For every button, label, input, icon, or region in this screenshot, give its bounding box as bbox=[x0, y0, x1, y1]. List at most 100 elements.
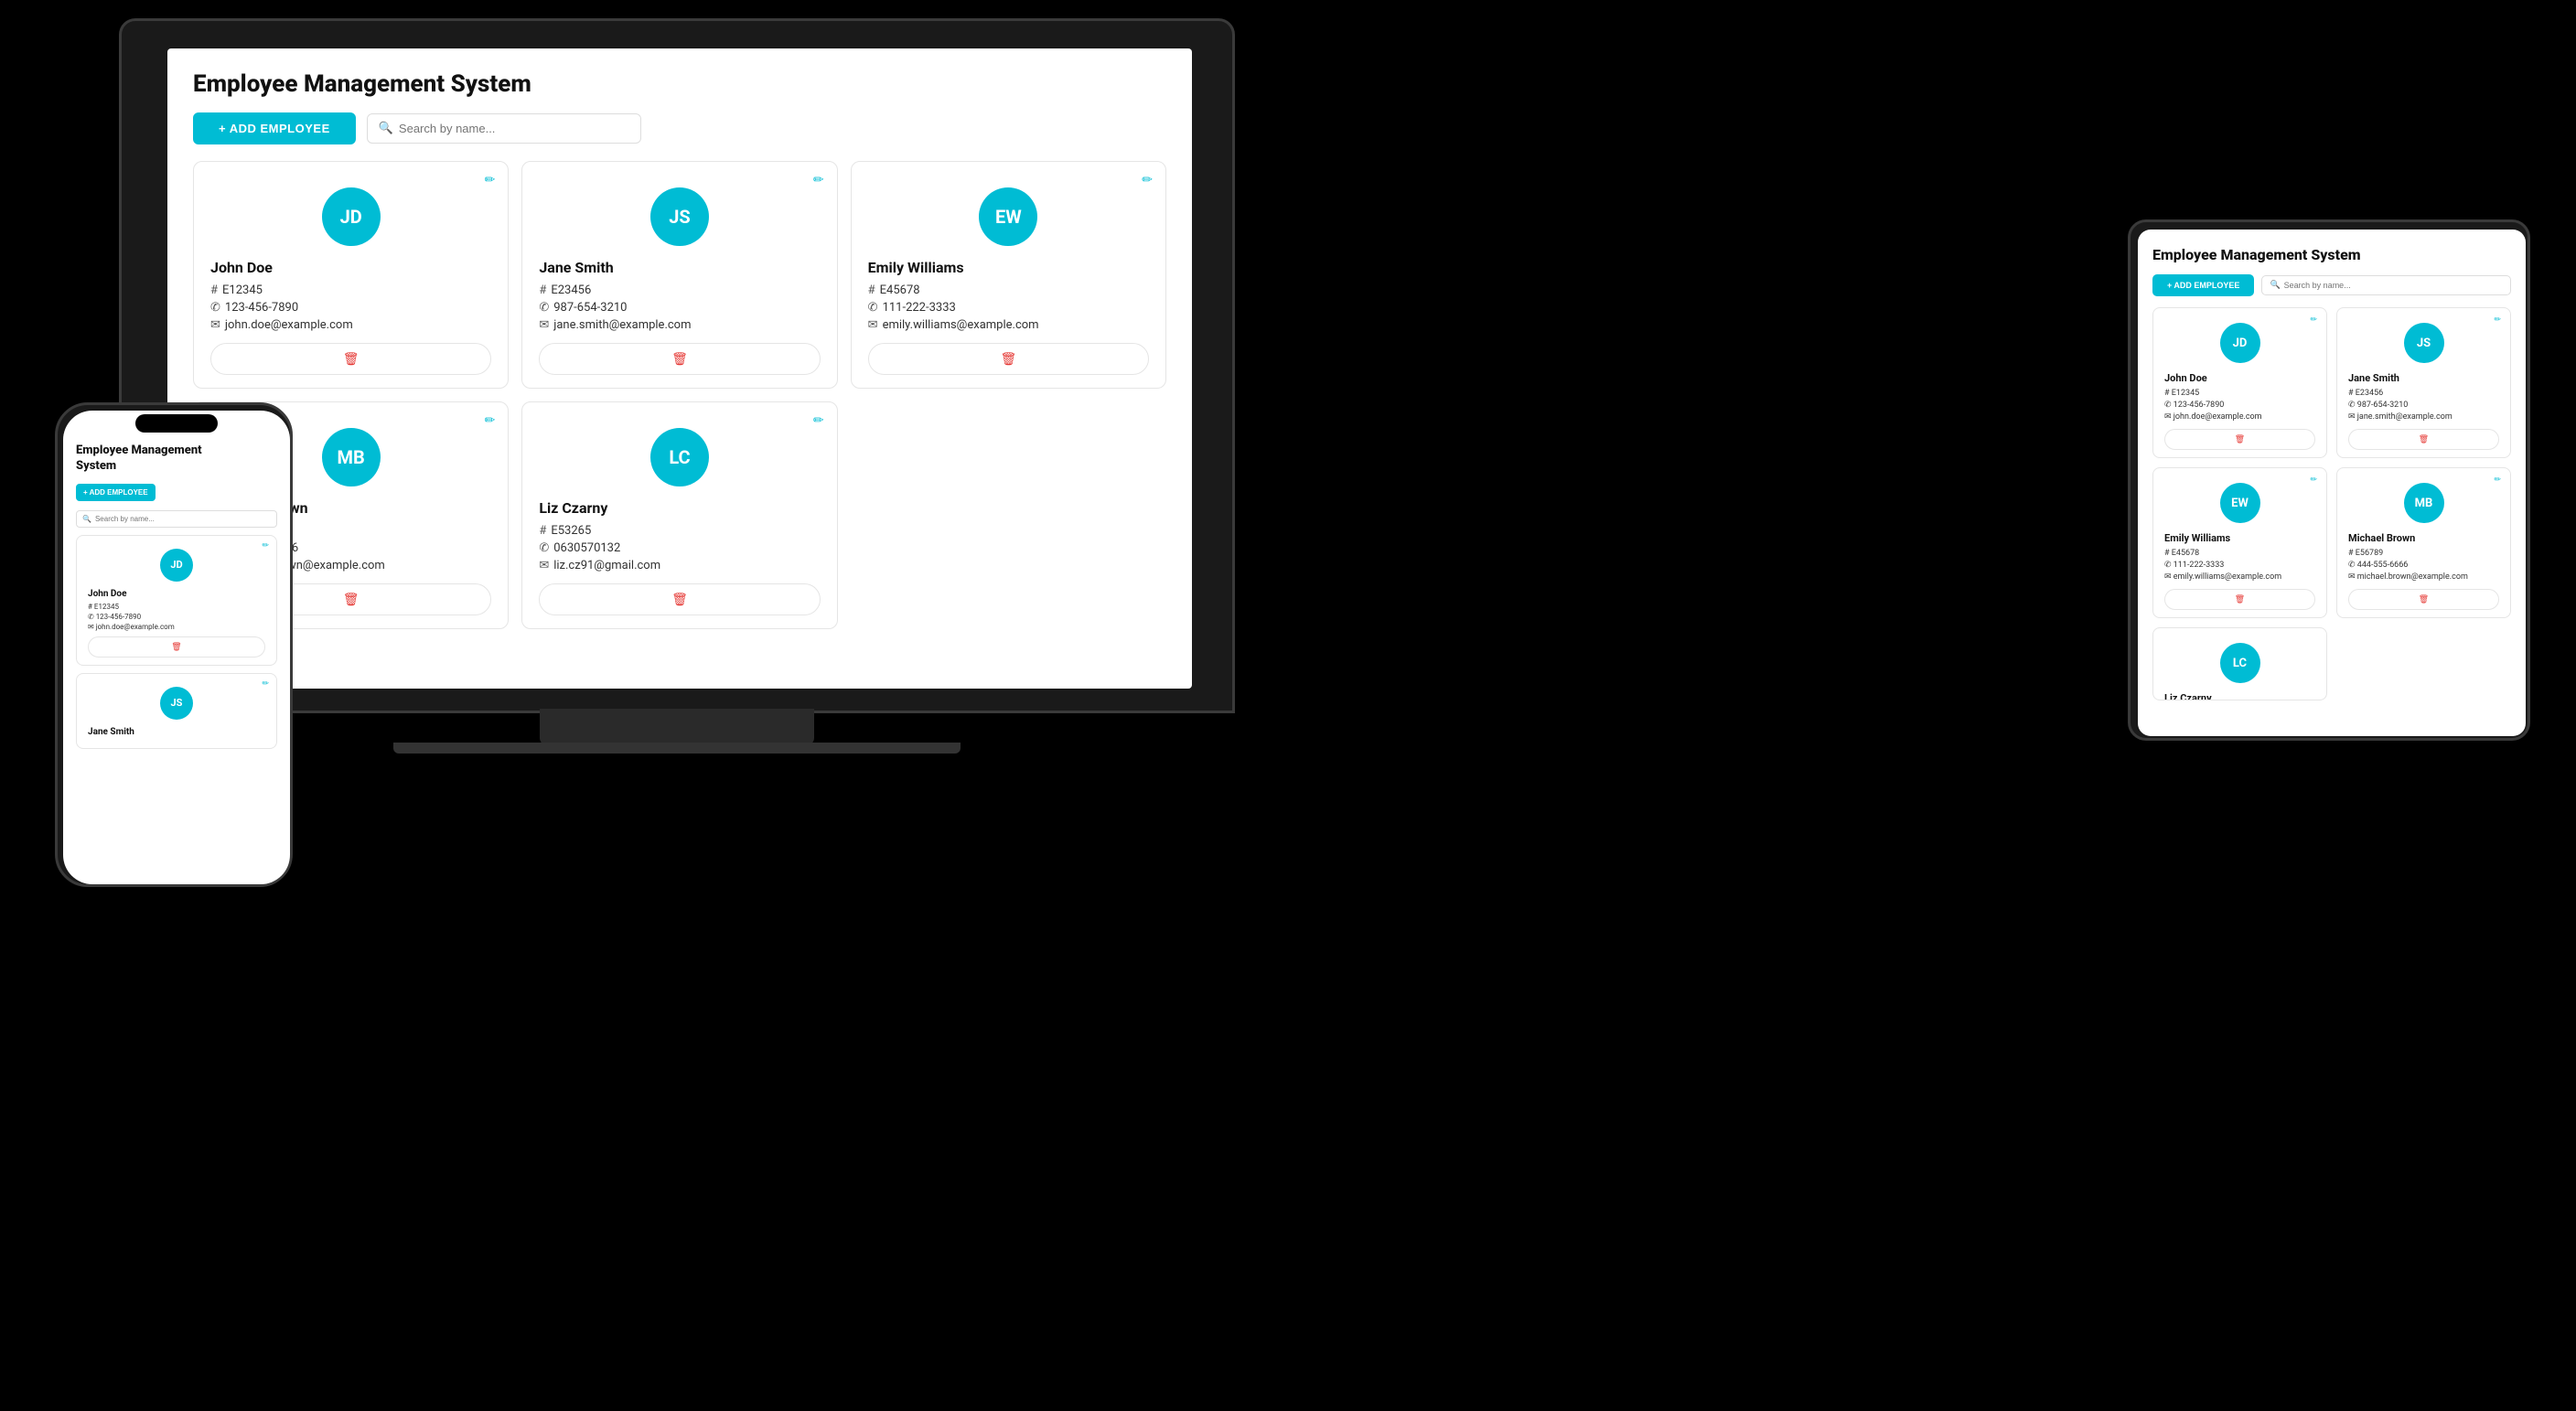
tablet-emp-card-4: ✏ MB Michael Brown # E56789 ✆ 444-555-66… bbox=[2336, 467, 2511, 618]
phone-add-button[interactable]: + ADD EMPLOYEE bbox=[76, 484, 156, 501]
avatar-4: MB bbox=[322, 428, 381, 486]
phone-emp-id-1: # E12345 bbox=[88, 603, 265, 611]
tablet-avatar-2: JS bbox=[2404, 323, 2444, 363]
emp-name-3: Emily Williams bbox=[868, 259, 1149, 276]
tablet-delete-btn-2[interactable]: 🗑 bbox=[2348, 429, 2499, 450]
employee-card-5: ✏ LC Liz Czarny # E53265 ✆ 0630570132 ✉ … bbox=[521, 401, 837, 629]
phone-edit-icon-2[interactable]: ✏ bbox=[262, 679, 269, 689]
tablet-emp-email-1: ✉ john.doe@example.com bbox=[2164, 412, 2315, 422]
emp-phone-2: ✆ 987-654-3210 bbox=[539, 301, 820, 315]
tablet-emp-id-3: # E45678 bbox=[2164, 549, 2315, 558]
employee-card-3: ✏ EW Emily Williams # E45678 ✆ 111-222-3… bbox=[851, 161, 1166, 389]
tablet-emp-name-2: Jane Smith bbox=[2348, 372, 2499, 384]
phone-notch bbox=[135, 414, 218, 433]
tablet-edit-icon-2[interactable]: ✏ bbox=[2494, 315, 2501, 325]
laptop-stand bbox=[540, 709, 814, 745]
phone-emp-name-2: Jane Smith bbox=[88, 727, 265, 737]
edit-icon-2[interactable]: ✏ bbox=[813, 173, 824, 187]
emp-id-1: # E12345 bbox=[210, 283, 491, 297]
tablet-emp-name-1: John Doe bbox=[2164, 372, 2315, 384]
edit-icon-5[interactable]: ✏ bbox=[813, 413, 824, 428]
tablet-emp-grid: ✏ JD John Doe # E12345 ✆ 123-456-7890 ✉ … bbox=[2152, 307, 2511, 700]
emp-email-1: ✉ john.doe@example.com bbox=[210, 318, 491, 332]
search-box: 🔍 bbox=[367, 113, 641, 144]
phone-emp-card-2: ✏ JS Jane Smith bbox=[76, 673, 277, 749]
tablet-emp-email-3: ✉ emily.williams@example.com bbox=[2164, 572, 2315, 582]
delete-button-2[interactable]: 🗑 bbox=[539, 343, 820, 375]
phone-avatar-1: JD bbox=[160, 549, 193, 582]
tablet-emp-email-2: ✉ jane.smith@example.com bbox=[2348, 412, 2499, 422]
delete-button-5[interactable]: 🗑 bbox=[539, 583, 820, 615]
tablet-edit-icon-4[interactable]: ✏ bbox=[2494, 476, 2501, 485]
search-input[interactable] bbox=[399, 122, 629, 135]
phone-device: Employee ManagementSystem + ADD EMPLOYEE… bbox=[55, 402, 293, 887]
tablet-add-button[interactable]: + ADD EMPLOYEE bbox=[2152, 274, 2254, 296]
search-icon: 🔍 bbox=[379, 122, 393, 135]
emp-email-3: ✉ emily.williams@example.com bbox=[868, 318, 1149, 332]
avatar-5: LC bbox=[650, 428, 709, 486]
emp-name-2: Jane Smith bbox=[539, 259, 820, 276]
tablet-avatar-5: LC bbox=[2220, 643, 2260, 683]
add-employee-button[interactable]: + ADD EMPLOYEE bbox=[193, 112, 356, 144]
tablet-search-input[interactable] bbox=[2284, 281, 2503, 290]
tablet-delete-icon-2: 🗑 bbox=[2419, 434, 2429, 444]
tablet-delete-btn-1[interactable]: 🗑 bbox=[2164, 429, 2315, 450]
employee-grid: ✏ JD John Doe # E12345 ✆ 123-456-7890 ✉ … bbox=[193, 161, 1166, 629]
tablet-emp-id-2: # E23456 bbox=[2348, 389, 2499, 398]
edit-icon-3[interactable]: ✏ bbox=[1142, 173, 1153, 187]
phone-avatar-2: JS bbox=[160, 687, 193, 720]
delete-icon-2: 🗑 bbox=[671, 351, 688, 367]
phone-search-box: 🔍 bbox=[76, 510, 277, 528]
edit-icon-1[interactable]: ✏ bbox=[485, 173, 496, 187]
emp-id-5: # E53265 bbox=[539, 524, 820, 538]
tablet-edit-icon-3[interactable]: ✏ bbox=[2310, 476, 2317, 485]
phone-emp-phone-1: ✆ 123-456-7890 bbox=[88, 613, 265, 621]
phone-toolbar: + ADD EMPLOYEE bbox=[76, 484, 277, 501]
tablet-avatar-4: MB bbox=[2404, 483, 2444, 523]
tablet-emp-card-5: LC Liz Czarny bbox=[2152, 627, 2327, 700]
tablet-emp-email-4: ✉ michael.brown@example.com bbox=[2348, 572, 2499, 582]
tablet-emp-id-1: # E12345 bbox=[2164, 389, 2315, 398]
laptop-app: Employee Management System + ADD EMPLOYE… bbox=[167, 48, 1192, 689]
tablet-emp-phone-1: ✆ 123-456-7890 bbox=[2164, 401, 2315, 410]
phone-edit-icon-1[interactable]: ✏ bbox=[262, 541, 269, 551]
tablet-emp-card-1: ✏ JD John Doe # E12345 ✆ 123-456-7890 ✉ … bbox=[2152, 307, 2327, 458]
emp-email-2: ✉ jane.smith@example.com bbox=[539, 318, 820, 332]
phone-body: Employee ManagementSystem + ADD EMPLOYEE… bbox=[55, 402, 293, 887]
tablet-emp-name-4: Michael Brown bbox=[2348, 532, 2499, 544]
tablet-delete-btn-4[interactable]: 🗑 bbox=[2348, 589, 2499, 610]
avatar-1: JD bbox=[322, 187, 381, 246]
phone-delete-btn-1[interactable]: 🗑 bbox=[88, 636, 265, 657]
emp-name-5: Liz Czarny bbox=[539, 499, 820, 517]
tablet-delete-btn-3[interactable]: 🗑 bbox=[2164, 589, 2315, 610]
tablet-delete-icon-1: 🗑 bbox=[2235, 434, 2245, 444]
tablet-emp-phone-3: ✆ 111-222-3333 bbox=[2164, 561, 2315, 570]
phone-search-input[interactable] bbox=[95, 515, 271, 523]
tablet-delete-icon-4: 🗑 bbox=[2419, 594, 2429, 604]
tablet-body: Employee Management System + ADD EMPLOYE… bbox=[2128, 219, 2530, 741]
tablet-delete-icon-3: 🗑 bbox=[2235, 594, 2245, 604]
tablet-avatar-1: JD bbox=[2220, 323, 2260, 363]
tablet-emp-card-3: ✏ EW Emily Williams # E45678 ✆ 111-222-3… bbox=[2152, 467, 2327, 618]
tablet-emp-name-5: Liz Czarny bbox=[2164, 692, 2315, 700]
tablet-emp-name-3: Emily Williams bbox=[2164, 532, 2315, 544]
phone-emp-name-1: John Doe bbox=[88, 589, 265, 599]
delete-button-1[interactable]: 🗑 bbox=[210, 343, 491, 375]
avatar-3: EW bbox=[979, 187, 1037, 246]
laptop-base bbox=[393, 743, 961, 754]
tablet-edit-icon-1[interactable]: ✏ bbox=[2310, 315, 2317, 325]
emp-id-2: # E23456 bbox=[539, 283, 820, 297]
edit-icon-4[interactable]: ✏ bbox=[485, 413, 496, 428]
toolbar: + ADD EMPLOYEE 🔍 bbox=[193, 112, 1166, 144]
tablet-emp-id-4: # E56789 bbox=[2348, 549, 2499, 558]
tablet-search-box: 🔍 bbox=[2261, 275, 2511, 295]
phone-delete-icon-1: 🗑 bbox=[171, 642, 181, 652]
tablet-toolbar: + ADD EMPLOYEE 🔍 bbox=[2152, 274, 2511, 296]
tablet-emp-phone-4: ✆ 444-555-6666 bbox=[2348, 561, 2499, 570]
employee-card-2: ✏ JS Jane Smith # E23456 ✆ 987-654-3210 … bbox=[521, 161, 837, 389]
delete-button-3[interactable]: 🗑 bbox=[868, 343, 1149, 375]
avatar-2: JS bbox=[650, 187, 709, 246]
emp-phone-1: ✆ 123-456-7890 bbox=[210, 301, 491, 315]
app-title: Employee Management System bbox=[193, 70, 1166, 98]
phone-emp-email-1: ✉ john.doe@example.com bbox=[88, 623, 265, 631]
